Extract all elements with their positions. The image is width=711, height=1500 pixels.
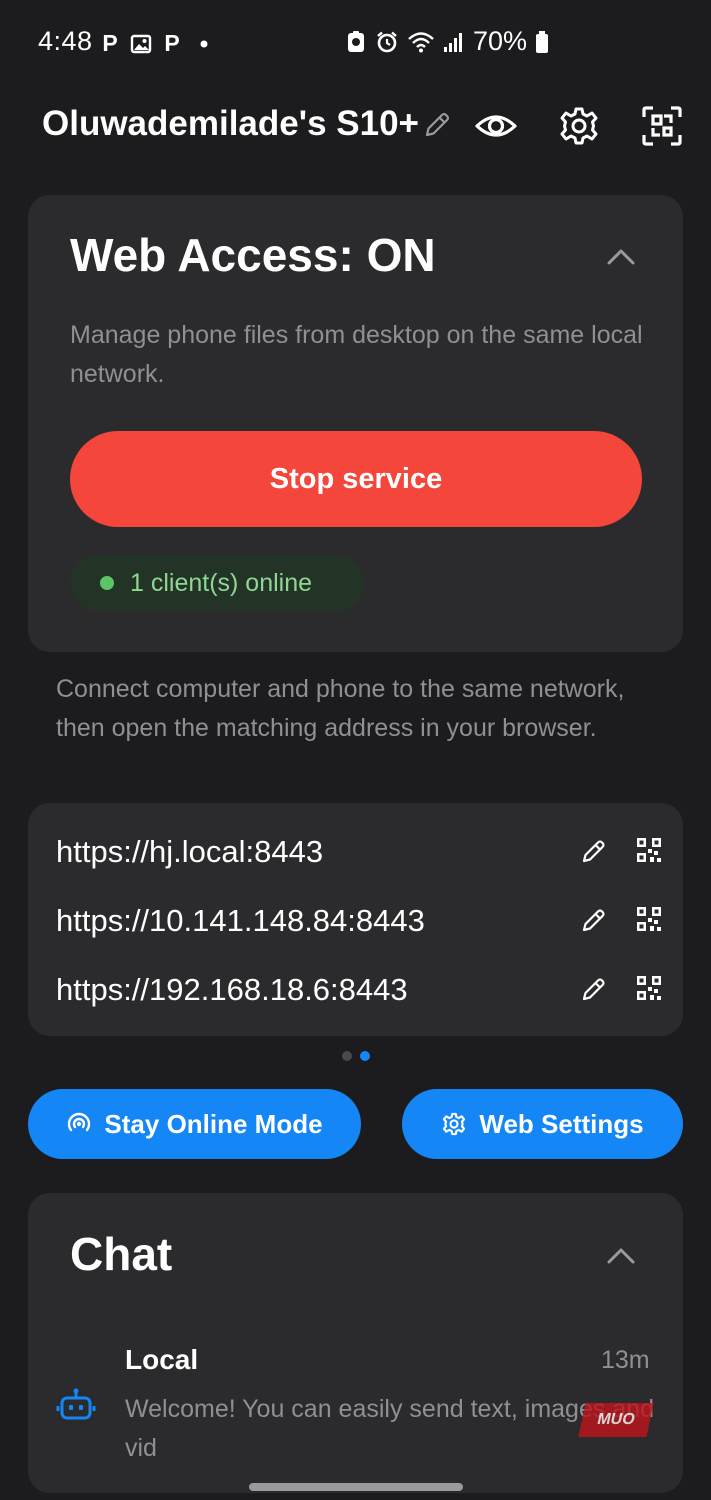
status-system-icons: 70% <box>345 26 549 57</box>
p-icon: P <box>164 30 180 56</box>
wifi-icon <box>407 30 435 54</box>
page-dot-active[interactable] <box>360 1051 370 1061</box>
gear-icon <box>441 1111 467 1137</box>
p-icon: P <box>102 30 118 56</box>
web-settings-button[interactable]: Web Settings <box>402 1089 683 1159</box>
web-access-description: Manage phone files from desktop on the s… <box>70 321 643 388</box>
page-dot[interactable] <box>342 1051 352 1061</box>
page-indicator <box>342 1051 370 1061</box>
clients-online-badge[interactable]: 1 client(s) online <box>70 555 364 611</box>
status-notification-icons: P P <box>100 30 212 57</box>
signal-icon <box>443 30 465 54</box>
address-row: https://10.141.148.84:8443 <box>56 895 676 947</box>
chat-item-time: 13m <box>601 1346 650 1374</box>
qr-code-icon[interactable] <box>636 906 662 932</box>
address-row: https://192.168.18.6:8443 <box>56 964 676 1016</box>
watermark-logo: MUO <box>578 1403 654 1437</box>
chevron-up-icon[interactable] <box>604 1239 638 1273</box>
broadcast-icon <box>66 1111 92 1137</box>
status-time: 4:48 <box>38 26 93 56</box>
qr-code-icon[interactable] <box>636 975 662 1001</box>
online-status-dot <box>100 576 114 590</box>
edit-icon[interactable] <box>579 905 609 935</box>
gear-icon[interactable] <box>557 104 601 148</box>
photo-scan-icon <box>345 30 367 54</box>
dot-icon <box>192 34 212 54</box>
edit-icon[interactable] <box>579 974 609 1004</box>
device-name: Oluwademilade's S10+ <box>42 104 419 143</box>
clients-online-text: 1 client(s) online <box>130 568 313 597</box>
stay-online-mode-label: Stay Online Mode <box>104 1108 323 1139</box>
battery-icon <box>535 30 549 54</box>
chat-item-name[interactable]: Local <box>125 1344 198 1376</box>
chat-item-preview[interactable]: Welcome! You can easily send text, image… <box>125 1390 655 1468</box>
web-access-title: Web Access: ON <box>70 229 436 281</box>
address-url[interactable]: https://192.168.18.6:8443 <box>56 972 408 1008</box>
connect-instructions: Connect computer and phone to the same n… <box>56 675 625 742</box>
edit-icon[interactable] <box>579 836 609 866</box>
address-row: https://hj.local:8443 <box>56 826 676 878</box>
battery-percent: 70% <box>473 26 528 56</box>
eye-icon[interactable] <box>474 104 518 148</box>
web-settings-label: Web Settings <box>479 1108 644 1139</box>
address-url[interactable]: https://10.141.148.84:8443 <box>56 903 425 939</box>
chat-title: Chat <box>70 1228 173 1280</box>
stay-online-mode-button[interactable]: Stay Online Mode <box>28 1089 361 1159</box>
home-indicator[interactable] <box>249 1483 463 1491</box>
chevron-up-icon[interactable] <box>604 240 638 274</box>
scan-icon[interactable] <box>640 104 684 148</box>
edit-icon[interactable] <box>420 108 454 142</box>
robot-icon <box>56 1386 96 1426</box>
qr-code-icon[interactable] <box>636 837 662 863</box>
alarm-icon <box>375 30 399 54</box>
image-icon <box>130 33 152 55</box>
address-url[interactable]: https://hj.local:8443 <box>56 834 323 870</box>
stop-service-button[interactable]: Stop service <box>70 431 642 527</box>
